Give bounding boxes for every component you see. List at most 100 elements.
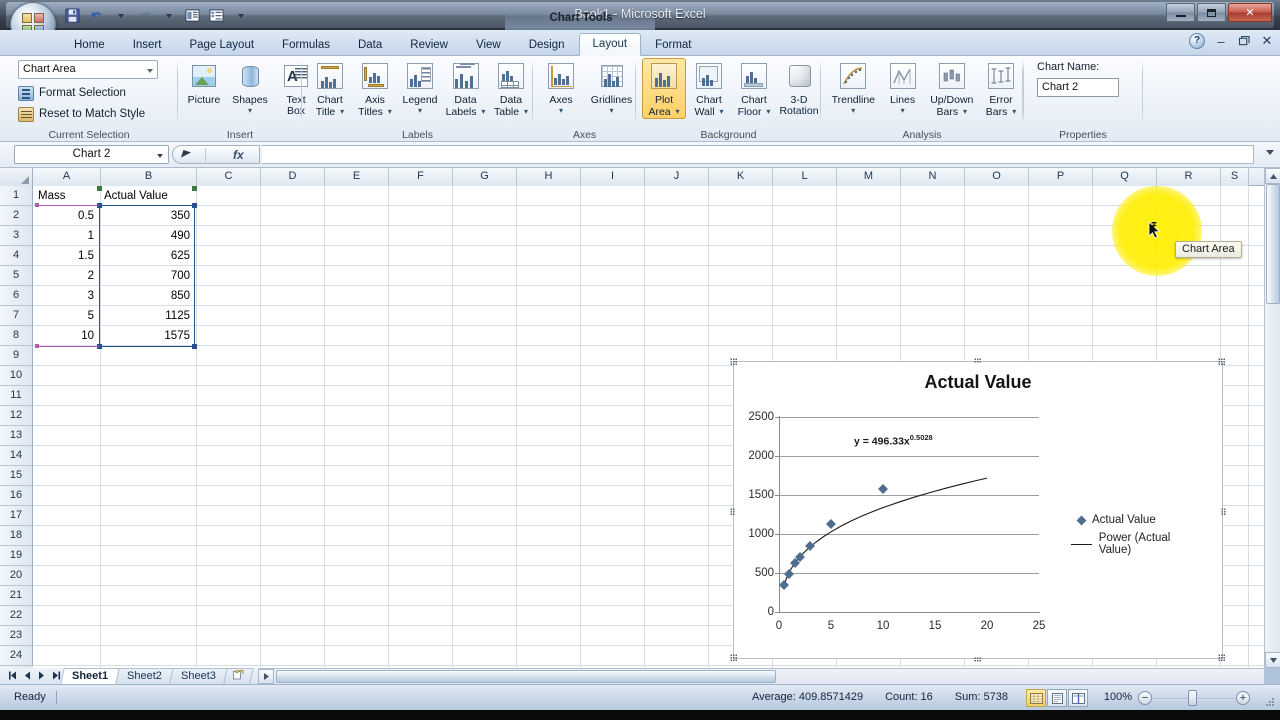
tab-formulas[interactable]: Formulas (268, 34, 344, 56)
error-bars-button[interactable]: Error Bars ▾ (979, 58, 1023, 119)
chart-wall-button[interactable]: Chart Wall ▾ (687, 58, 731, 119)
column-header-p[interactable]: P (1029, 168, 1093, 186)
zoom-in-button[interactable]: + (1236, 691, 1250, 705)
row-header-13[interactable]: 13 (0, 426, 33, 446)
zoom-slider-handle[interactable] (1188, 690, 1197, 706)
row-header-10[interactable]: 10 (0, 366, 33, 386)
chart-element-selector[interactable]: Chart Area (18, 60, 158, 79)
chart-legend[interactable]: Actual Value Power (Actual Value) (1071, 508, 1200, 556)
shapes-dropdown-icon[interactable]: ▾ (248, 106, 252, 115)
insert-worksheet-icon[interactable] (223, 668, 254, 684)
cell-A6[interactable]: 3 (35, 287, 97, 306)
column-header-a[interactable]: A (33, 168, 101, 186)
axis-titles-button[interactable]: Axis Titles ▾ (353, 58, 397, 119)
row-header-19[interactable]: 19 (0, 546, 33, 566)
cell-A4[interactable]: 1.5 (35, 247, 97, 266)
cell-A3[interactable]: 1 (35, 227, 97, 246)
row-header-9[interactable]: 9 (0, 346, 33, 366)
row-header-2[interactable]: 2 (0, 206, 33, 226)
row-header-16[interactable]: 16 (0, 486, 33, 506)
column-header-j[interactable]: J (645, 168, 709, 186)
row-header-22[interactable]: 22 (0, 606, 33, 626)
restore-window-icon[interactable] (1237, 34, 1251, 49)
legend-button[interactable]: Legend ▾ (398, 58, 442, 116)
column-header-m[interactable]: M (837, 168, 901, 186)
tab-data[interactable]: Data (344, 34, 396, 56)
chart-name-input[interactable]: Chart 2 (1037, 78, 1119, 97)
cell-A5[interactable]: 2 (35, 267, 97, 286)
trendline-button[interactable]: Trendline ▾ (829, 58, 878, 116)
formula-input[interactable] (262, 145, 1254, 164)
tab-home[interactable]: Home (60, 34, 119, 56)
chart-plot-area[interactable]: 2500 2000 1500 1000 500 0 0 5 10 15 20 2… (748, 411, 1045, 632)
sheet-tab-sheet3[interactable]: Sheet3 (169, 668, 228, 684)
minimize-button[interactable] (1166, 3, 1195, 22)
legend-dropdown-icon[interactable]: ▾ (418, 106, 422, 115)
close-window-icon[interactable]: ✕ (1260, 33, 1274, 49)
3d-rotation-button[interactable]: 3-D Rotation (777, 58, 821, 118)
gridlines-button[interactable]: Gridlines ▾ (587, 58, 636, 116)
cell-A1[interactable]: Mass (35, 187, 95, 206)
page-layout-view-icon[interactable] (1047, 689, 1067, 707)
last-sheet-icon[interactable] (52, 671, 61, 682)
name-box[interactable]: Chart 2 (14, 145, 169, 164)
column-header-c[interactable]: C (197, 168, 261, 186)
tab-insert[interactable]: Insert (119, 34, 176, 56)
scroll-down-button[interactable] (1265, 652, 1280, 668)
column-header-n[interactable]: N (901, 168, 965, 186)
data-labels-button[interactable]: Data Labels ▾ (443, 58, 488, 119)
plot-area-button[interactable]: Plot Area ▾ (642, 58, 686, 119)
trendline-equation[interactable]: y = 496.33x0.5028 (854, 433, 933, 448)
lines-dropdown-icon[interactable]: ▾ (901, 106, 905, 115)
row-header-4[interactable]: 4 (0, 246, 33, 266)
row-header-11[interactable]: 11 (0, 386, 33, 406)
column-header-r[interactable]: R (1157, 168, 1221, 186)
horizontal-scroll-thumb[interactable] (276, 670, 776, 683)
sheet-tab-sheet1[interactable]: Sheet1 (60, 668, 120, 684)
chart-floor-button[interactable]: Chart Floor ▾ (732, 58, 776, 119)
chart-title-button[interactable]: Chart Title ▾ (308, 58, 352, 119)
column-header-k[interactable]: K (709, 168, 773, 186)
row-header-24[interactable]: 24 (0, 646, 33, 666)
first-sheet-icon[interactable] (8, 671, 17, 682)
axes-dropdown-icon[interactable]: ▾ (559, 106, 563, 115)
column-header-f[interactable]: F (389, 168, 453, 186)
resize-grip-icon[interactable] (1264, 696, 1276, 708)
row-header-1[interactable]: 1 (0, 186, 33, 206)
lines-button[interactable]: Lines ▾ (881, 58, 925, 116)
vertical-scroll-thumb[interactable] (1266, 184, 1280, 304)
column-header-l[interactable]: L (773, 168, 837, 186)
horizontal-scrollbar[interactable] (258, 668, 1264, 684)
expand-formula-bar-icon[interactable] (1266, 150, 1274, 155)
vertical-scrollbar[interactable] (1264, 168, 1280, 668)
gridlines-dropdown-icon[interactable]: ▾ (609, 106, 613, 115)
maximize-button[interactable] (1197, 3, 1226, 22)
normal-view-icon[interactable] (1026, 689, 1046, 707)
cell-A7[interactable]: 5 (35, 307, 97, 326)
cell-B1[interactable]: Actual Value (101, 187, 191, 206)
column-header-d[interactable]: D (261, 168, 325, 186)
cell-A2[interactable]: 0.5 (35, 207, 97, 226)
row-header-14[interactable]: 14 (0, 446, 33, 466)
column-header-i[interactable]: I (581, 168, 645, 186)
scroll-right-button[interactable] (258, 669, 274, 684)
row-header-6[interactable]: 6 (0, 286, 33, 306)
data-table-button[interactable]: Data Table ▾ (489, 58, 533, 119)
picture-button[interactable]: Picture (182, 58, 226, 108)
save-icon[interactable] (62, 6, 83, 26)
redo-icon[interactable] (134, 6, 155, 26)
legend-entry-actual-value[interactable]: Actual Value (1075, 508, 1200, 532)
zoom-level[interactable]: 100% (1104, 691, 1132, 703)
insert-function-icon[interactable]: fx (233, 148, 244, 162)
row-header-12[interactable]: 12 (0, 406, 33, 426)
column-header-o[interactable]: O (965, 168, 1029, 186)
tab-page-layout[interactable]: Page Layout (175, 34, 268, 56)
select-all-button[interactable] (0, 168, 33, 186)
column-header-g[interactable]: G (453, 168, 517, 186)
tab-view[interactable]: View (462, 34, 515, 56)
close-button[interactable]: ✕ (1228, 3, 1272, 22)
page-break-preview-icon[interactable] (1068, 689, 1088, 707)
minimize-ribbon-icon[interactable]: – (1214, 34, 1228, 49)
reset-to-match-style-button[interactable]: Reset to Match Style (18, 104, 145, 124)
chart-title[interactable]: Actual Value (734, 372, 1222, 393)
